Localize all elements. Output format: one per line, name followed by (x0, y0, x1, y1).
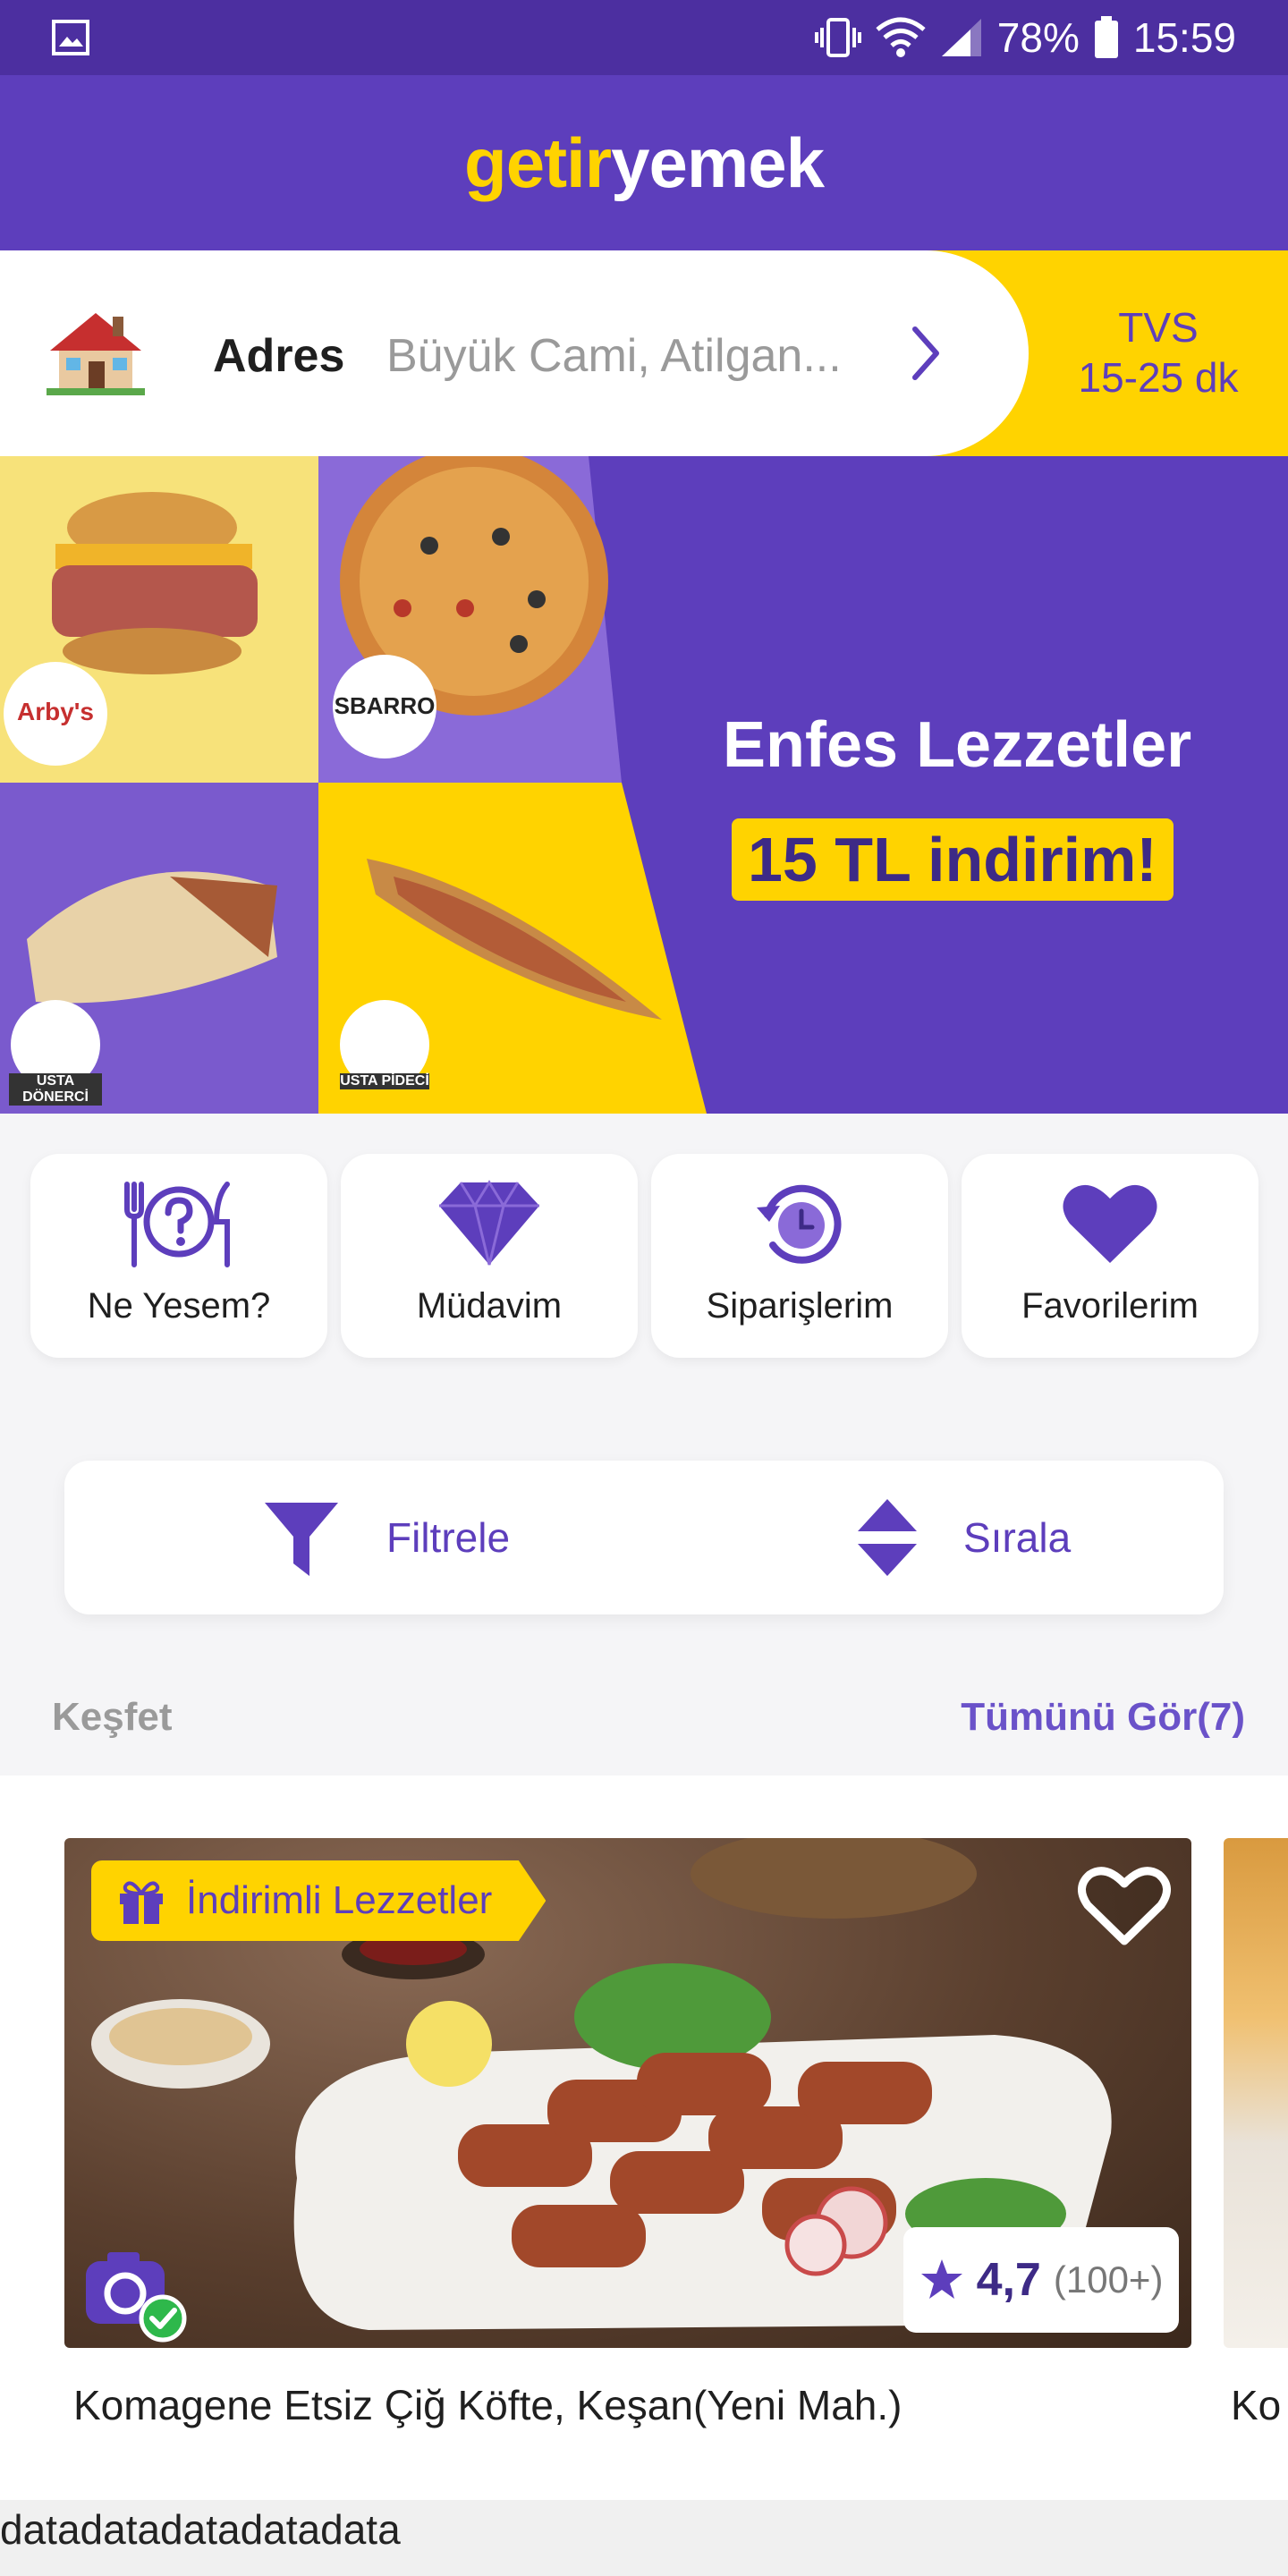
sort-icon (858, 1499, 917, 1576)
star-icon (920, 2259, 962, 2299)
brand-usta-pideci: USTA PİDECİ (340, 1073, 429, 1089)
brand-sbarro: SBARRO (334, 692, 436, 719)
shortcut-mudavim-label: Müdavim (416, 1286, 563, 1326)
shortcut-favorilerim[interactable]: Favorilerim (962, 1154, 1258, 1358)
question-cutlery-icon (124, 1182, 230, 1267)
wifi-icon (876, 17, 926, 57)
heart-icon (1063, 1184, 1157, 1263)
shortcut-siparislerim[interactable]: Siparişlerim (651, 1154, 948, 1358)
logo-part-getir: getir (464, 123, 612, 202)
address-value: Büyük Cami, Atilgan... (386, 330, 842, 382)
footer-text: datadatadatadatadata (0, 2506, 401, 2553)
gift-icon (120, 1881, 163, 1924)
banner-title: Enfes Lezzetler (723, 709, 1192, 781)
shortcut-mudavim[interactable]: Müdavim (341, 1154, 638, 1358)
discover-title: Keşfet (52, 1695, 173, 1739)
vibrate-icon (814, 18, 861, 57)
address-bar: Adres Büyük Cami, Atilgan... TVS 15-25 d… (0, 250, 1288, 456)
promo-tag-label: İndirimli Lezzetler (186, 1878, 493, 1922)
shortcut-siparislerim-label: Siparişlerim (706, 1286, 894, 1326)
next-restaurant-name[interactable]: Ko (1231, 2381, 1281, 2429)
promo-tag: İndirimli Lezzetler (91, 1860, 547, 1941)
sort-button[interactable]: Sırala (856, 1461, 1071, 1614)
status-right: 78% 15:59 (814, 13, 1236, 63)
address-label: Adres (213, 330, 345, 382)
sort-label: Sırala (963, 1514, 1072, 1561)
rating-value: 4,7 (976, 2254, 1041, 2306)
shortcut-favorilerim-label: Favorilerim (1021, 1286, 1199, 1326)
battery-percent: 78% (996, 14, 1080, 61)
house-icon (47, 313, 145, 395)
filter-button[interactable]: Filtrele (261, 1461, 510, 1614)
history-icon (757, 1184, 842, 1264)
eta-place: TVS (1118, 304, 1199, 351)
camera-verified-icon (86, 2252, 187, 2343)
delivery-eta: TVS 15-25 dk (1029, 302, 1288, 402)
signal-icon (941, 19, 981, 56)
gallery-icon (52, 20, 89, 55)
app-logo: getiryemek (464, 123, 825, 204)
brand-usta-donerci: USTA DÖNERCİ (9, 1073, 102, 1106)
filter-sort-bar: Filtrele Sırala (64, 1461, 1224, 1614)
banner-discount: 15 TL indirim! (732, 818, 1174, 901)
address-selector[interactable]: Adres Büyük Cami, Atilgan... (0, 250, 1029, 456)
promo-banner[interactable]: Arby's SBARRO USTA DÖNERCİ USTA PİDECİ E… (0, 456, 1288, 1114)
restaurant-name[interactable]: Komagene Etsiz Çiğ Köfte, Keşan(Yeni Mah… (73, 2381, 902, 2429)
filter-icon (265, 1503, 338, 1576)
favorite-heart-icon[interactable] (1075, 1860, 1174, 1950)
clock-time: 15:59 (1132, 14, 1236, 61)
diamond-icon (439, 1180, 539, 1266)
shortcut-ne-yesem-label: Ne Yesem? (87, 1286, 271, 1326)
app-header: getiryemek (0, 75, 1288, 250)
see-all-link[interactable]: Tümünü Gör(7) (961, 1695, 1245, 1740)
logo-part-yemek: yemek (611, 123, 825, 202)
eta-time: 15-25 dk (1078, 354, 1239, 401)
banner-artwork (0, 456, 707, 1114)
battery-icon (1094, 16, 1118, 58)
next-restaurant-image[interactable] (1224, 1838, 1288, 2348)
chevron-right-icon (912, 326, 939, 380)
footer-area: datadatadatadatadata (0, 2500, 1288, 2576)
brand-arbys: Arby's (16, 698, 95, 725)
status-bar: 78% 15:59 (0, 0, 1288, 75)
shortcut-ne-yesem[interactable]: Ne Yesem? (30, 1154, 327, 1358)
filter-label: Filtrele (386, 1514, 511, 1561)
rating-count: (100+) (1053, 2258, 1164, 2301)
rating-badge: 4,7 (100+) (903, 2227, 1179, 2333)
